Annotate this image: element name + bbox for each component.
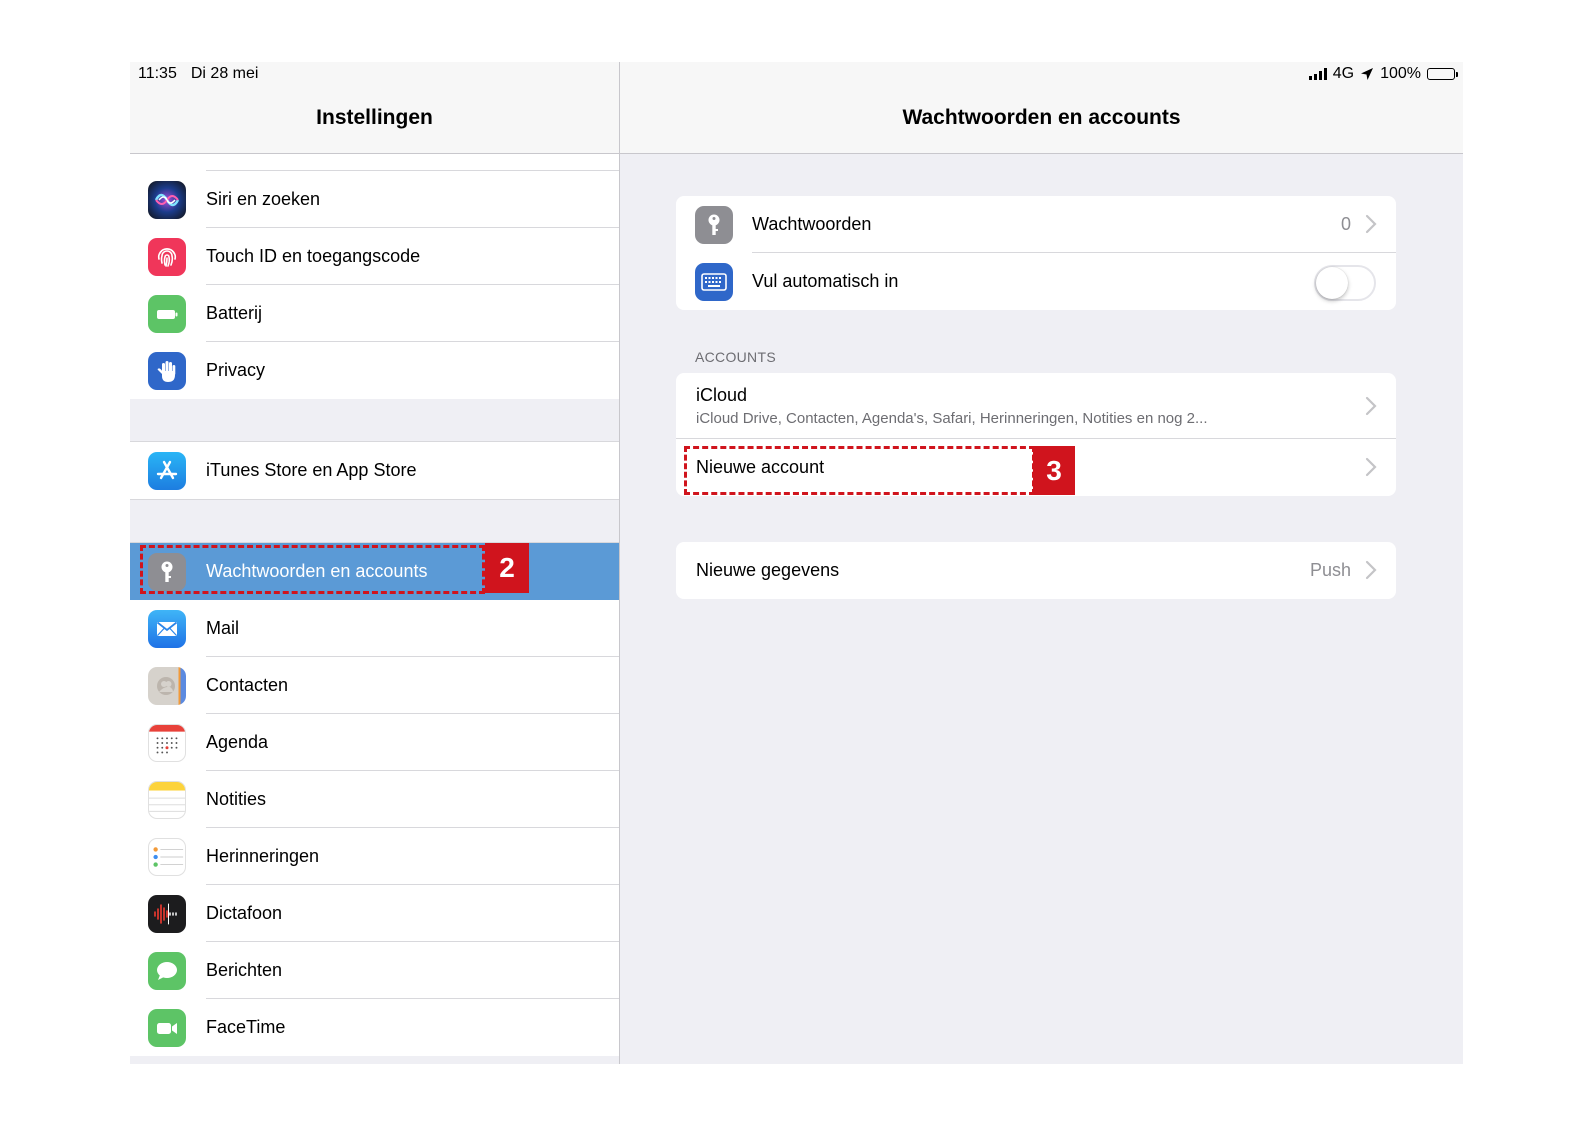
fingerprint-icon (148, 238, 186, 276)
reminders-icon (148, 838, 186, 876)
sidebar-item-calendar[interactable]: Agenda (130, 714, 619, 771)
sidebar-item-siri[interactable]: Siri en zoeken (130, 171, 619, 228)
annotation-badge-step-3: 3 (1033, 446, 1075, 495)
annotation-badge-step-2: 2 (485, 543, 529, 593)
signal-icon (1308, 68, 1327, 80)
calendar-icon (148, 724, 186, 762)
sidebar-item-label: Notities (206, 789, 267, 809)
passwords-count: 0 (1340, 214, 1351, 234)
detail-pane: Wachtwoorden en accounts Wachtwoorden 0 (620, 62, 1463, 1064)
chevron-right-icon (1365, 457, 1377, 477)
sidebar-item-mail[interactable]: Mail (130, 600, 619, 657)
app-store-icon (148, 452, 186, 490)
autofill-row: Vul automatisch in (676, 253, 1396, 310)
hand-icon (148, 352, 186, 390)
sidebar-item-label: Batterij (206, 303, 263, 323)
sidebar-item-touch-id[interactable]: Touch ID en toegangscode (130, 228, 619, 285)
sidebar-item-messages[interactable]: Berichten (130, 942, 619, 999)
sidebar-item-label: Berichten (206, 960, 283, 980)
location-arrow-icon (1361, 68, 1374, 80)
sidebar-item-label: Privacy (206, 360, 266, 380)
status-bar-right: 4G 100% (1308, 65, 1458, 83)
battery-percentage: 100% (1380, 65, 1421, 82)
sidebar-item-battery[interactable]: Batterij (130, 285, 619, 342)
accounts-section-header: ACCOUNTS (695, 349, 776, 365)
sidebar-item-label: Touch ID en toegangscode (206, 246, 421, 266)
sidebar-item-facetime[interactable]: FaceTime (130, 999, 619, 1056)
sidebar-item-notes[interactable]: Notities (130, 771, 619, 828)
sidebar-item-voice-memos[interactable]: Dictafoon (130, 885, 619, 942)
chevron-right-icon (1365, 560, 1377, 580)
mail-icon (148, 610, 186, 648)
sidebar-item-label: FaceTime (206, 1017, 286, 1037)
sidebar-group-3: Wachtwoorden en accounts Mail Contacten (130, 542, 619, 1056)
icloud-account-row[interactable]: iCloud iCloud Drive, Contacten, Agenda's… (676, 373, 1396, 439)
notes-icon (148, 781, 186, 819)
detail-title: Wachtwoorden en accounts (902, 106, 1181, 129)
sidebar-item-label: iTunes Store en App Store (206, 460, 417, 480)
icloud-subtitle: iCloud Drive, Contacten, Agenda's, Safar… (696, 410, 1208, 427)
passwords-card: Wachtwoorden 0 Vul automatisch in (676, 196, 1396, 310)
sidebar-item-label: Herinneringen (206, 846, 320, 866)
keyboard-icon (695, 263, 733, 301)
chevron-right-icon (1365, 214, 1377, 234)
sidebar-item-label: Dictafoon (206, 903, 283, 923)
key-icon (695, 206, 733, 244)
toggle-knob (1316, 267, 1348, 299)
fetch-new-data-row[interactable]: Nieuwe gegevens Push (676, 542, 1396, 599)
annotation-box-step-3 (684, 446, 1035, 495)
settings-sidebar: Instellingen Siri en zoeken Touch ID en … (130, 62, 620, 1064)
sidebar-item-label: Mail (206, 618, 240, 638)
sidebar-item-label: Contacten (206, 675, 289, 695)
sidebar-item-label: Agenda (206, 732, 269, 752)
fetch-label: Nieuwe gegevens (696, 560, 840, 580)
icloud-title: iCloud (696, 385, 748, 405)
ipad-screen: 11:35 Di 28 mei 4G 100% Instellingen Sir… (130, 62, 1463, 1064)
battery-icon (148, 295, 186, 333)
passwords-row[interactable]: Wachtwoorden 0 (676, 196, 1396, 253)
sidebar-title: Instellingen (316, 106, 433, 129)
annotation-box-step-2 (140, 545, 485, 594)
sidebar-group-2: iTunes Store en App Store (130, 441, 619, 500)
status-date: Di 28 mei (190, 65, 259, 82)
sidebar-item-app-store[interactable]: iTunes Store en App Store (130, 442, 619, 499)
siri-icon (148, 181, 186, 219)
status-bar-left: 11:35 Di 28 mei (138, 65, 258, 83)
network-type: 4G (1332, 65, 1355, 82)
fetch-value: Push (1309, 560, 1351, 580)
voice-memo-icon (148, 895, 186, 933)
autofill-toggle[interactable] (1314, 265, 1376, 301)
autofill-label: Vul automatisch in (752, 271, 899, 291)
sidebar-item-reminders[interactable]: Herinneringen (130, 828, 619, 885)
facetime-icon (148, 1009, 186, 1047)
sidebar-item-contacts[interactable]: Contacten (130, 657, 619, 714)
sidebar-group-1: Siri en zoeken Touch ID en toegangscode … (130, 171, 619, 399)
passwords-label: Wachtwoorden (752, 214, 872, 234)
contacts-icon (148, 667, 186, 705)
sidebar-item-privacy[interactable]: Privacy (130, 342, 619, 399)
chevron-right-icon (1365, 396, 1377, 416)
sidebar-item-label: Siri en zoeken (206, 189, 321, 209)
battery-status-icon (1427, 68, 1458, 80)
fetch-card: Nieuwe gegevens Push (676, 542, 1396, 599)
messages-icon (148, 952, 186, 990)
status-time: 11:35 (138, 65, 177, 82)
